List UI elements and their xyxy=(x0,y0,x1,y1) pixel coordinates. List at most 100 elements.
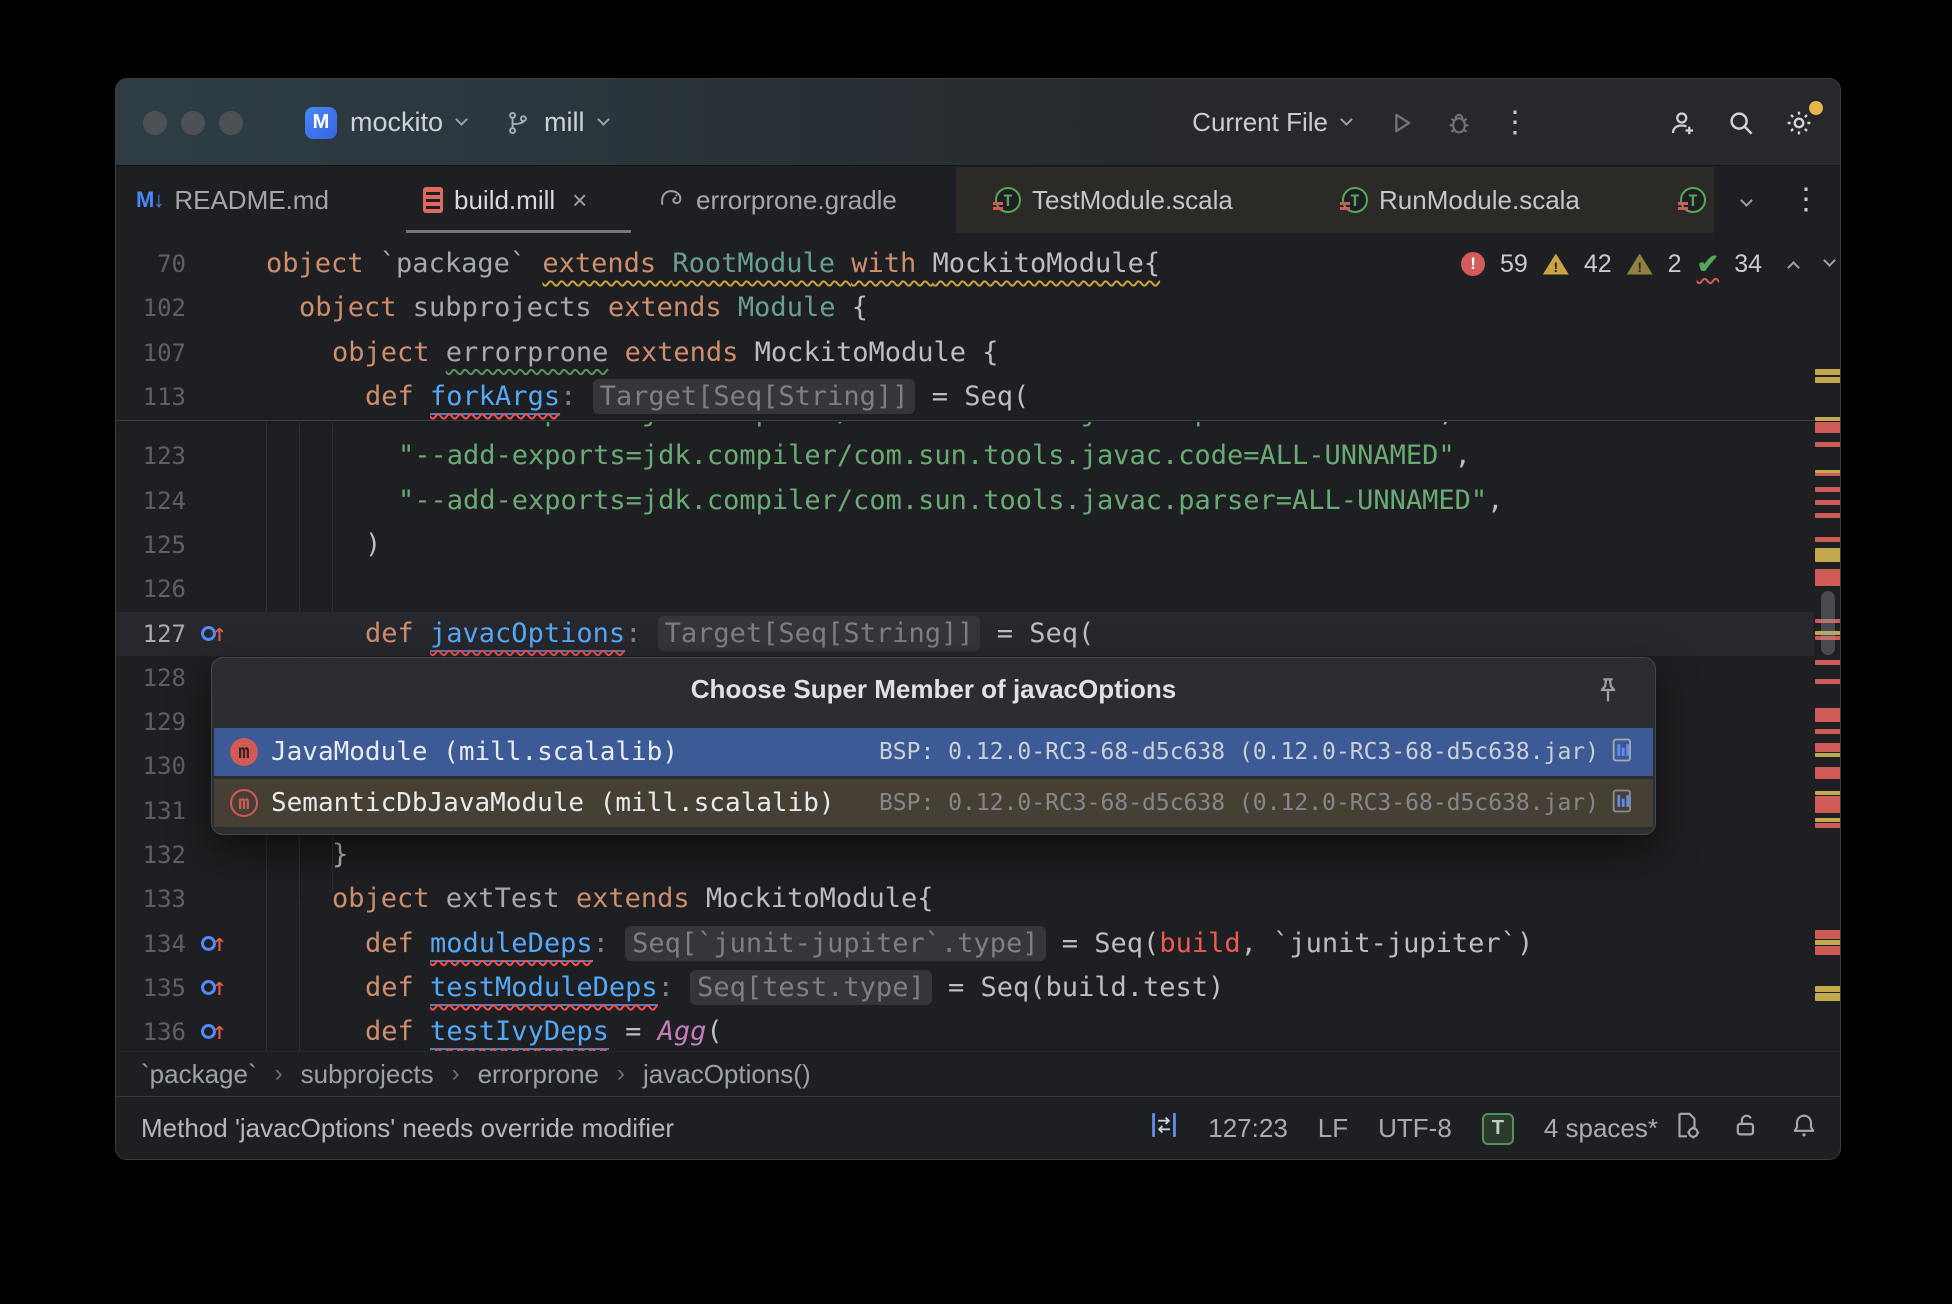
pin-icon[interactable] xyxy=(1593,675,1623,710)
code-row-125[interactable]: 125) xyxy=(116,523,1814,567)
line-number: 131 xyxy=(116,789,186,833)
code-row-126[interactable]: 126 xyxy=(116,567,1814,611)
stripe-mark[interactable] xyxy=(1815,377,1841,383)
stripe-mark[interactable] xyxy=(1815,743,1841,752)
stripe-mark[interactable] xyxy=(1815,940,1841,945)
breadcrumb-subprojects[interactable]: subprojects xyxy=(301,1059,434,1090)
stripe-mark[interactable] xyxy=(1815,548,1841,562)
settings-icon[interactable] xyxy=(1779,103,1819,143)
project-icon[interactable]: M xyxy=(305,107,337,139)
code-row-135[interactable]: 135↑def testModuleDeps: Seq[test.type] =… xyxy=(116,966,1814,1010)
stripe-mark[interactable] xyxy=(1815,422,1841,433)
code-row-113[interactable]: 113def forkArgs: Target[Seq[String]] = S… xyxy=(116,375,1814,419)
stripe-mark[interactable] xyxy=(1815,500,1841,505)
stripe-mark[interactable] xyxy=(1815,986,1841,992)
overrides-icon[interactable]: ↑ xyxy=(201,931,227,957)
stripe-mark[interactable] xyxy=(1815,946,1841,955)
inspections-widget[interactable]: ! 59 ! 42 ! 2 ✔ 34 xyxy=(1461,249,1834,279)
close-window-button[interactable] xyxy=(143,111,167,135)
tab-clipped[interactable]: T xyxy=(1680,167,1706,233)
code-row-127[interactable]: 127↑def javacOptions: Target[Seq[String]… xyxy=(116,612,1814,656)
stripe-mark[interactable] xyxy=(1815,487,1841,492)
stripe-mark[interactable] xyxy=(1815,930,1841,939)
project-name[interactable]: mockito xyxy=(350,107,443,138)
tab-runmodule-scala[interactable]: T RunModule.scala xyxy=(1342,167,1580,233)
stripe-mark[interactable] xyxy=(1815,679,1841,684)
minimize-window-button[interactable] xyxy=(181,111,205,135)
popup-title: Choose Super Member of javacOptions xyxy=(212,658,1655,720)
caret-position[interactable]: 127:23 xyxy=(1208,1113,1288,1144)
popup-row-javamodule[interactable]: m JavaModule (mill.scalalib) BSP: 0.12.0… xyxy=(214,728,1653,776)
tabbar-actions: ⋮ xyxy=(1714,167,1840,233)
tab-readme-md[interactable]: M↓ README.md xyxy=(136,167,329,233)
stripe-mark[interactable] xyxy=(1815,823,1841,828)
zoom-window-button[interactable] xyxy=(219,111,243,135)
stripe-mark[interactable] xyxy=(1815,473,1841,476)
line-number: 133 xyxy=(116,877,186,921)
column-select-icon[interactable] xyxy=(1150,1111,1178,1146)
previous-problem-icon[interactable] xyxy=(1787,261,1800,274)
breadcrumb-package[interactable]: `package` xyxy=(141,1059,257,1090)
code-row-124[interactable]: 124"--add-exports=jdk.compiler/com.sun.t… xyxy=(116,479,1814,523)
stripe-mark[interactable] xyxy=(1815,569,1841,586)
stripe-mark[interactable] xyxy=(1815,791,1841,795)
code-row-107[interactable]: 107object errorprone extends MockitoModu… xyxy=(116,331,1814,375)
stripe-mark[interactable] xyxy=(1815,442,1841,447)
stripe-mark[interactable] xyxy=(1815,708,1841,722)
stripe-mark[interactable] xyxy=(1815,767,1841,779)
stripe-mark[interactable] xyxy=(1815,417,1841,421)
overrides-icon[interactable]: ↑ xyxy=(201,1019,227,1045)
stripe-mark[interactable] xyxy=(1815,753,1841,757)
popup-row-semanticdbjavamodule[interactable]: m SemanticDbJavaModule (mill.scalalib) B… xyxy=(214,779,1653,827)
scrollbar-thumb[interactable] xyxy=(1821,591,1835,655)
stripe-mark[interactable] xyxy=(1815,537,1841,542)
more-icon[interactable]: ⋮ xyxy=(1791,185,1821,215)
type-highlighting-badge[interactable]: T xyxy=(1482,1113,1514,1145)
indent-config-icon[interactable] xyxy=(1672,1110,1702,1147)
code-row-102[interactable]: 102object subprojects extends Module { xyxy=(116,286,1814,330)
stripe-mark[interactable] xyxy=(1815,729,1841,734)
code-editor[interactable]: 123"--add-exports=jdk.compiler/com.sun.t… xyxy=(116,233,1841,1053)
branch-name[interactable]: mill xyxy=(544,107,585,138)
tab-label: TestModule.scala xyxy=(1032,185,1233,216)
gradle-icon xyxy=(657,183,685,218)
breadcrumb-separator: › xyxy=(275,1060,283,1088)
tab-testmodule-scala[interactable]: T TestModule.scala xyxy=(995,167,1233,233)
breadcrumb-errorprone[interactable]: errorprone xyxy=(478,1059,599,1090)
file-encoding[interactable]: UTF-8 xyxy=(1378,1113,1452,1144)
line-separator[interactable]: LF xyxy=(1318,1113,1348,1144)
stripe-mark[interactable] xyxy=(1815,660,1841,665)
code-row-132[interactable]: 132} xyxy=(116,833,1814,877)
line-number: 135 xyxy=(116,966,186,1010)
stripe-mark[interactable] xyxy=(1815,513,1841,518)
indent-setting[interactable]: 4 spaces* xyxy=(1544,1113,1658,1144)
more-icon[interactable]: ⋮ xyxy=(1495,103,1535,143)
overrides-icon[interactable]: ↑ xyxy=(201,975,227,1001)
tab-label: RunModule.scala xyxy=(1379,185,1580,216)
stripe-mark[interactable] xyxy=(1815,369,1841,375)
code-row-partial[interactable]: "--add-exports=jdk.compiler/com.sun.tool… xyxy=(116,422,1798,435)
code-row-134[interactable]: 134↑def moduleDeps: Seq[`junit-jupiter`.… xyxy=(116,922,1814,966)
run-icon[interactable] xyxy=(1381,103,1421,143)
close-icon[interactable]: × xyxy=(572,185,587,216)
line-number: 132 xyxy=(116,833,186,877)
add-user-icon[interactable] xyxy=(1663,103,1703,143)
stripe-mark[interactable] xyxy=(1815,818,1841,822)
breadcrumb-javacoptions[interactable]: javacOptions() xyxy=(643,1059,811,1090)
chevron-down-icon[interactable] xyxy=(1740,194,1753,207)
code-row-136[interactable]: 136↑def testIvyDeps = Agg( xyxy=(116,1010,1814,1053)
code-row-133[interactable]: 133object extTest extends MockitoModule{ xyxy=(116,877,1814,921)
tab-errorprone-gradle[interactable]: errorprone.gradle xyxy=(657,167,897,233)
notifications-icon[interactable] xyxy=(1790,1111,1818,1146)
library-icon xyxy=(1609,736,1637,768)
branch-icon[interactable] xyxy=(498,103,538,143)
debug-icon[interactable] xyxy=(1439,103,1479,143)
stripe-mark[interactable] xyxy=(1815,993,1841,1001)
unlock-icon[interactable] xyxy=(1732,1111,1760,1146)
run-configuration[interactable]: Current File xyxy=(1192,107,1328,138)
code-row-123[interactable]: 123"--add-exports=jdk.compiler/com.sun.t… xyxy=(116,434,1814,478)
search-icon[interactable] xyxy=(1721,103,1761,143)
stripe-mark[interactable] xyxy=(1815,796,1841,813)
tab-build-mill[interactable]: build.mill × xyxy=(423,167,587,233)
overrides-icon[interactable]: ↑ xyxy=(201,621,227,647)
